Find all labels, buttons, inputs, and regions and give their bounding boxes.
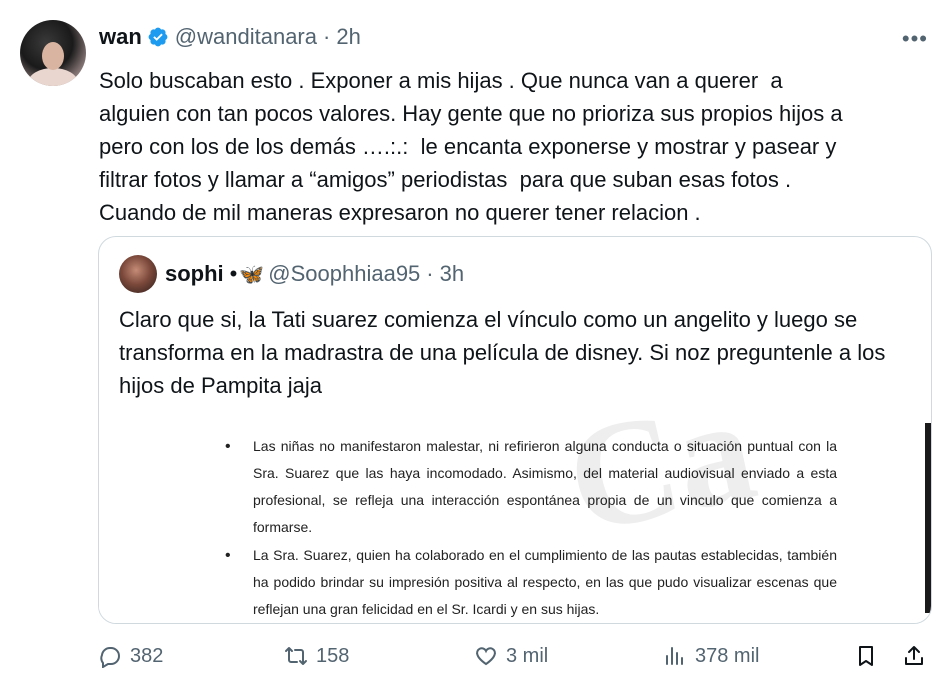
quoted-tweet-card[interactable]: sophi • 🦋 @Soophhiaa95 · 3h Claro que si… xyxy=(98,236,932,624)
views-count: 378 mil xyxy=(695,644,760,667)
quote-name-bullet: • xyxy=(229,261,238,286)
share-icon xyxy=(905,646,923,665)
reply-icon xyxy=(100,646,120,668)
tweet-actions: 382 158 3 mil 378 mil xyxy=(98,644,930,676)
share-button[interactable] xyxy=(902,644,934,668)
quote-author-handle: @Soophhiaa95 xyxy=(268,261,421,286)
author-handle[interactable]: @wanditanara xyxy=(175,24,317,50)
author-avatar[interactable] xyxy=(20,20,86,86)
author-name[interactable]: wan xyxy=(99,24,142,50)
quote-document-image[interactable]: Ca Las niñas no manifestaron malestar, n… xyxy=(99,419,931,623)
avatar-shoulder xyxy=(28,68,78,86)
document-bullet: La Sra. Suarez, quien ha colaborado en e… xyxy=(225,542,837,623)
bookmark-button[interactable] xyxy=(854,644,886,668)
repost-count: 158 xyxy=(316,644,350,667)
repost-button[interactable]: 158 xyxy=(284,644,349,668)
quote-author-name: sophi xyxy=(165,261,224,286)
like-button[interactable]: 3 mil xyxy=(474,644,548,668)
quote-header: sophi • 🦋 @Soophhiaa95 · 3h xyxy=(119,255,464,293)
tweet-header: wan @wanditanara · 2h xyxy=(99,24,361,50)
repost-icon xyxy=(285,647,307,665)
tweet-timestamp[interactable]: 2h xyxy=(336,24,360,50)
like-count: 3 mil xyxy=(506,644,549,667)
bookmark-icon xyxy=(859,646,873,666)
tweet-text: Solo buscaban esto . Exponer a mis hijas… xyxy=(99,68,843,225)
document-bullet: Las niñas no manifestaron malestar, ni r… xyxy=(225,433,837,541)
quote-text: Claro que si, la Tati suarez comienza el… xyxy=(119,307,886,398)
separator-dot: · xyxy=(426,261,434,286)
heart-icon xyxy=(476,647,496,666)
separator-dot: · xyxy=(323,24,331,49)
reply-button[interactable]: 382 xyxy=(98,644,163,668)
avatar-face xyxy=(42,42,64,70)
views-chart-icon xyxy=(666,647,683,665)
document-edge-bar xyxy=(925,423,931,613)
document-bullet-list: Las niñas no manifestaron malestar, ni r… xyxy=(225,433,837,623)
butterfly-emoji-icon: 🦋 xyxy=(239,263,265,286)
reply-count: 382 xyxy=(130,644,164,667)
views-button[interactable]: 378 mil xyxy=(663,644,759,668)
quote-timestamp: 3h xyxy=(439,261,465,286)
quote-author-avatar xyxy=(119,255,157,293)
verified-badge-icon xyxy=(148,27,168,47)
more-options-icon[interactable]: ••• xyxy=(902,26,928,52)
